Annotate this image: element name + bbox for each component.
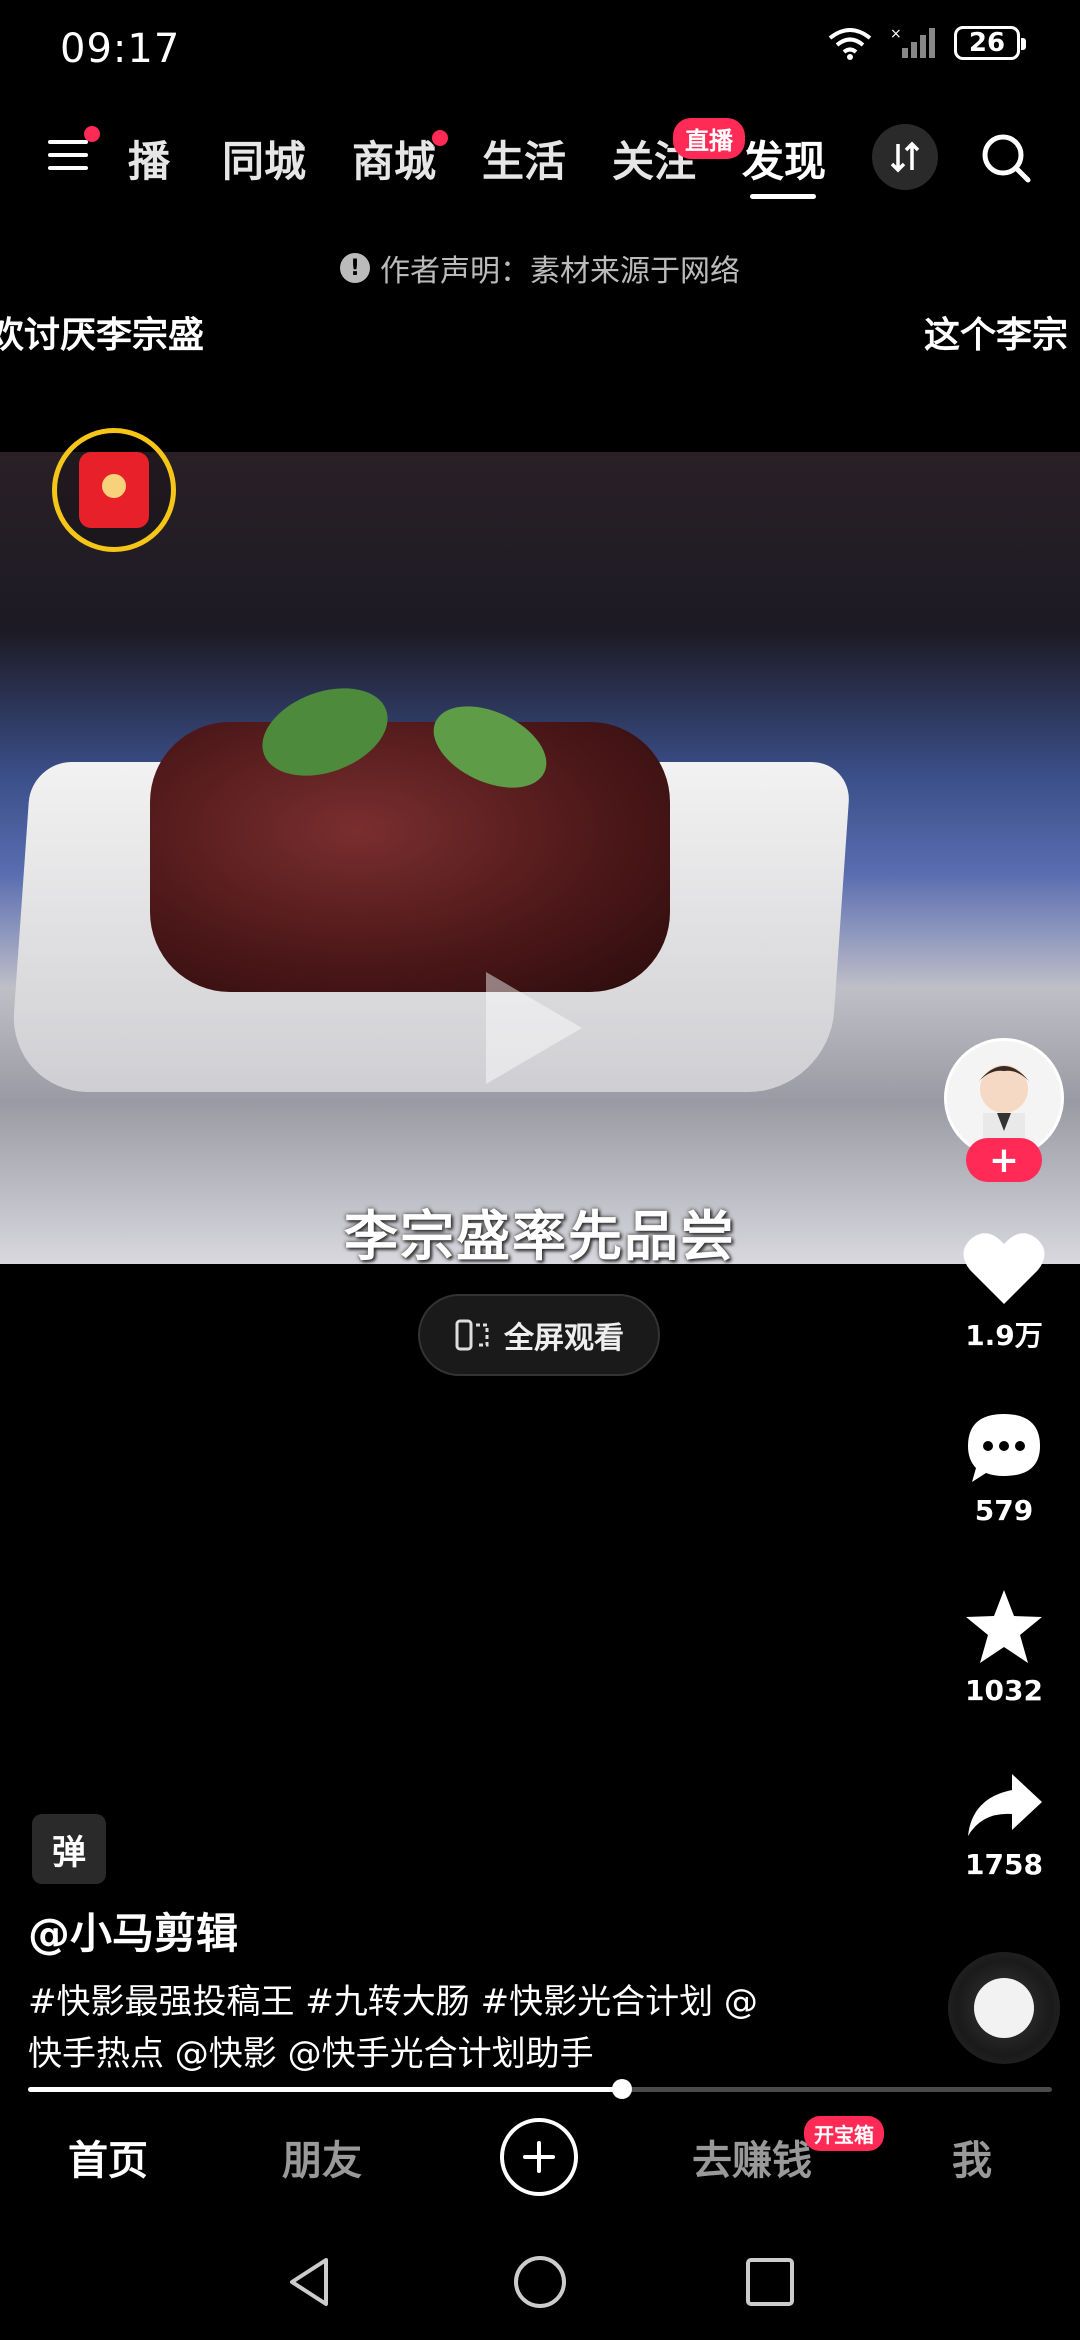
video-frame-food bbox=[150, 722, 670, 992]
like-count: 1.9万 bbox=[965, 1319, 1043, 1352]
signal-icon: × bbox=[890, 26, 935, 58]
like-button[interactable]: 1.9万 bbox=[944, 1230, 1064, 1354]
home-nav-icon[interactable] bbox=[512, 2254, 568, 2310]
active-tab-indicator bbox=[750, 194, 816, 199]
follow-button[interactable]: + bbox=[966, 1138, 1042, 1182]
video-player[interactable]: 李宗盛率先品尝 bbox=[0, 452, 1080, 1264]
treasure-badge: 开宝箱 bbox=[804, 2116, 884, 2151]
author-notice-text: 作者声明：素材来源于网络 bbox=[380, 254, 740, 289]
prev-video-caption: 欢讨厌李宗盛 bbox=[0, 315, 205, 356]
video-progress-handle[interactable] bbox=[612, 2079, 632, 2099]
red-packet-icon[interactable] bbox=[52, 428, 176, 552]
tab-discover[interactable]: 发现 bbox=[742, 128, 826, 189]
next-video-caption: 这个李宗 bbox=[924, 315, 1069, 356]
tab-tongcheng[interactable]: 同城 bbox=[222, 128, 306, 189]
tab-life[interactable]: 生活 bbox=[482, 128, 566, 189]
danmaku-toggle[interactable]: 弹 bbox=[32, 1814, 106, 1884]
mall-notification-dot bbox=[432, 130, 448, 146]
video-progress-fill bbox=[28, 2087, 622, 2092]
wifi-icon bbox=[828, 28, 872, 60]
status-icons: × 26 bbox=[828, 26, 1026, 60]
tab-home[interactable]: 首页 bbox=[68, 2128, 148, 2186]
star-icon bbox=[966, 1590, 1042, 1663]
search-icon[interactable] bbox=[976, 128, 1036, 188]
status-time: 09:17 bbox=[60, 26, 181, 72]
tab-friends[interactable]: 朋友 bbox=[282, 2128, 362, 2186]
back-nav-icon[interactable] bbox=[284, 2254, 334, 2310]
share-count: 1758 bbox=[965, 1848, 1043, 1881]
live-badge: 直播 bbox=[673, 118, 745, 159]
author-name[interactable]: @小马剪辑 bbox=[28, 1900, 238, 1961]
favorite-button[interactable]: 1032 bbox=[944, 1588, 1064, 1707]
plus-icon bbox=[523, 2141, 555, 2173]
menu-icon[interactable] bbox=[48, 126, 100, 176]
music-disc-icon[interactable] bbox=[948, 1952, 1060, 2064]
tab-earn[interactable]: 去赚钱 bbox=[692, 2128, 812, 2186]
info-icon: ! bbox=[340, 253, 370, 283]
description-line: 快手热点 @快影 @快手光合计划助手 bbox=[28, 2034, 594, 2074]
description-line: #快影最强投稿王 #九转大肠 #快影光合计划 @ bbox=[28, 1982, 758, 2022]
comment-icon bbox=[968, 1414, 1040, 1482]
svg-text:×: × bbox=[890, 26, 902, 42]
switch-icon[interactable] bbox=[872, 124, 938, 190]
play-icon[interactable] bbox=[486, 972, 582, 1084]
create-button[interactable] bbox=[500, 2118, 578, 2196]
battery-indicator: 26 bbox=[954, 26, 1026, 60]
share-button[interactable]: 1758 bbox=[944, 1770, 1064, 1881]
tab-mall[interactable]: 商城 bbox=[352, 128, 436, 189]
menu-notification-dot bbox=[84, 126, 100, 142]
fullscreen-label: 全屏观看 bbox=[504, 1321, 624, 1356]
video-description[interactable]: #快影最强投稿王 #九转大肠 #快影光合计划 @ 快手热点 @快影 @快手光合计… bbox=[28, 1976, 848, 2080]
fullscreen-icon bbox=[455, 1319, 489, 1351]
video-subtitle: 李宗盛率先品尝 bbox=[344, 1205, 736, 1264]
share-icon bbox=[968, 1774, 1042, 1836]
favorite-count: 1032 bbox=[965, 1674, 1043, 1707]
heart-icon bbox=[963, 1233, 1045, 1304]
recents-nav-icon[interactable] bbox=[744, 2256, 796, 2308]
fullscreen-button[interactable]: 全屏观看 bbox=[418, 1294, 660, 1376]
comment-count: 579 bbox=[974, 1494, 1034, 1527]
author-notice: ! 作者声明：素材来源于网络 bbox=[0, 246, 1080, 290]
tab-me[interactable]: 我 bbox=[952, 2128, 992, 2186]
tab-live[interactable]: 播 bbox=[128, 128, 170, 189]
comment-button[interactable]: 579 bbox=[944, 1410, 1064, 1527]
